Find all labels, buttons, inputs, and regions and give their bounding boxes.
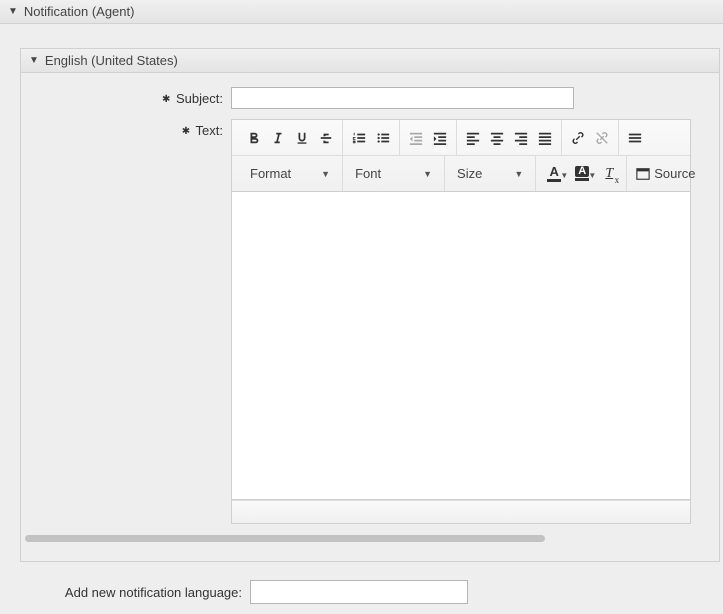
link-icon[interactable] <box>567 127 589 149</box>
chevron-down-icon: ▼ <box>514 169 523 179</box>
language-panel-header[interactable]: ▼ English (United States) <box>21 49 719 73</box>
remove-format-button[interactable]: T x <box>597 162 621 186</box>
font-select[interactable]: Font ▼ <box>349 162 438 186</box>
chevron-down-icon: ▼ <box>321 169 330 179</box>
text-row: ✱ Text: <box>21 119 719 524</box>
italic-icon[interactable] <box>267 127 289 149</box>
justify-icon[interactable] <box>534 127 556 149</box>
align-right-icon[interactable] <box>510 127 532 149</box>
scrollbar-thumb[interactable] <box>25 535 545 542</box>
chevron-down-icon: ▼ <box>423 169 432 179</box>
subject-label: ✱ Subject: <box>21 87 231 106</box>
language-panel-body: ✱ Subject: ✱ Text: <box>21 73 719 561</box>
horizontal-scrollbar[interactable] <box>25 534 715 543</box>
size-select[interactable]: Size ▼ <box>451 162 529 186</box>
numbered-list-icon[interactable] <box>348 127 370 149</box>
bold-icon[interactable] <box>243 127 265 149</box>
add-language-label: Add new notification language: <box>40 585 250 600</box>
caret-down-icon: ▼ <box>8 7 18 17</box>
bg-color-swatch <box>575 178 589 181</box>
bullet-list-icon[interactable] <box>372 127 394 149</box>
add-language-input[interactable] <box>250 580 468 604</box>
notification-agent-title: Notification (Agent) <box>24 4 135 19</box>
chevron-down-icon: ▼ <box>560 171 568 180</box>
subject-input[interactable] <box>231 87 574 109</box>
outdent-icon[interactable] <box>405 127 427 149</box>
source-button[interactable]: Source <box>632 162 699 186</box>
text-color-swatch <box>547 179 561 182</box>
required-icon: ✱ <box>162 94 170 105</box>
toolbar-row-2: Format ▼ Font ▼ <box>232 156 690 192</box>
hr-icon[interactable] <box>624 127 646 149</box>
chevron-down-icon: ▼ <box>588 171 596 180</box>
unlink-icon[interactable] <box>591 127 613 149</box>
editor-toolbar: Format ▼ Font ▼ <box>231 119 691 192</box>
editor-statusbar <box>231 500 691 524</box>
strike-icon[interactable] <box>315 127 337 149</box>
caret-down-icon: ▼ <box>29 56 39 66</box>
align-left-icon[interactable] <box>462 127 484 149</box>
notification-agent-panel: ▼ Notification (Agent) ▼ English (United… <box>0 0 723 614</box>
required-icon: ✱ <box>182 126 190 137</box>
language-panel-title: English (United States) <box>45 53 178 68</box>
notification-agent-body: ▼ English (United States) ✱ Subject: ✱ <box>0 24 723 614</box>
editor-textarea[interactable] <box>231 192 691 500</box>
bg-color-button[interactable]: A ▼ <box>569 162 595 186</box>
indent-icon[interactable] <box>429 127 451 149</box>
rich-text-editor: Format ▼ Font ▼ <box>231 119 691 524</box>
align-center-icon[interactable] <box>486 127 508 149</box>
toolbar-row-1 <box>232 120 690 156</box>
add-language-row: Add new notification language: <box>40 580 723 604</box>
notification-agent-header[interactable]: ▼ Notification (Agent) <box>0 0 723 24</box>
subject-row: ✱ Subject: <box>21 87 719 109</box>
text-color-button[interactable]: A ▼ <box>541 162 567 186</box>
language-panel: ▼ English (United States) ✱ Subject: ✱ <box>20 48 720 562</box>
underline-icon[interactable] <box>291 127 313 149</box>
format-select[interactable]: Format ▼ <box>244 162 336 186</box>
text-label: ✱ Text: <box>21 119 231 138</box>
